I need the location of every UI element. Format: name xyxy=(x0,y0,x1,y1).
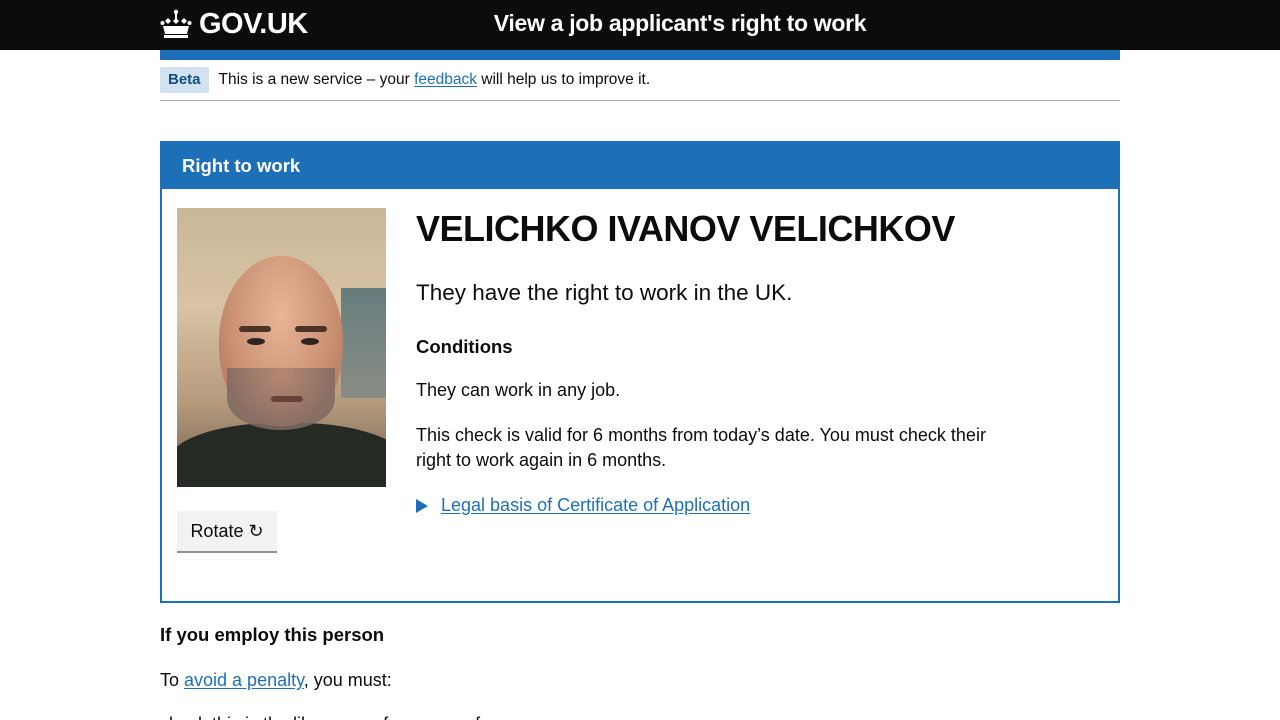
rotate-button[interactable]: Rotate ↻ xyxy=(177,511,277,551)
panel-header: Right to work xyxy=(162,143,1118,189)
condition-text: They can work in any job. xyxy=(416,380,621,400)
phase-banner-text: This is a new service – your feedback wi… xyxy=(219,67,651,93)
conditions-heading: Conditions xyxy=(416,336,513,357)
right-to-work-panel: Right to work Rotate ↻ VELICHKO IVANOV V… xyxy=(160,141,1120,603)
expand-triangle-icon xyxy=(416,498,428,513)
beta-tag: Beta xyxy=(160,67,209,93)
penalty-text-after: , you must: xyxy=(303,670,392,690)
avoid-penalty-link[interactable]: avoid a penalty xyxy=(184,670,304,690)
service-name[interactable]: View a job applicant's right to work xyxy=(0,10,1280,37)
phase-banner: Beta This is a new service – your feedba… xyxy=(160,67,1120,101)
applicant-photo xyxy=(177,208,386,487)
person-name: VELICHKO IVANOV VELICHKOV xyxy=(416,208,955,249)
legal-basis-details[interactable]: Legal basis of Certificate of Applicatio… xyxy=(416,493,1036,518)
validity-text: This check is valid for 6 months from to… xyxy=(416,425,986,470)
panel-content: VELICHKO IVANOV VELICHKOV They have the … xyxy=(416,205,1036,518)
site-header: GOV.UK View a job applicant's right to w… xyxy=(0,0,1280,50)
panel-title: Right to work xyxy=(182,155,301,176)
status-text: They have the right to work in the UK. xyxy=(416,280,793,305)
cut-off-list-item: check this is the likeness ... for a... … xyxy=(160,712,500,720)
legal-basis-summary-link[interactable]: Legal basis of Certificate of Applicatio… xyxy=(441,493,750,518)
phase-text-after: will help us to improve it. xyxy=(476,71,651,88)
penalty-text-before: To xyxy=(160,670,185,690)
penalty-paragraph: To avoid a penalty, you must: xyxy=(160,668,392,693)
feedback-link[interactable]: feedback xyxy=(414,71,477,88)
phase-text-before: This is a new service – your xyxy=(218,71,415,88)
header-underline-bar xyxy=(160,50,1120,60)
employ-heading: If you employ this person xyxy=(160,624,385,645)
